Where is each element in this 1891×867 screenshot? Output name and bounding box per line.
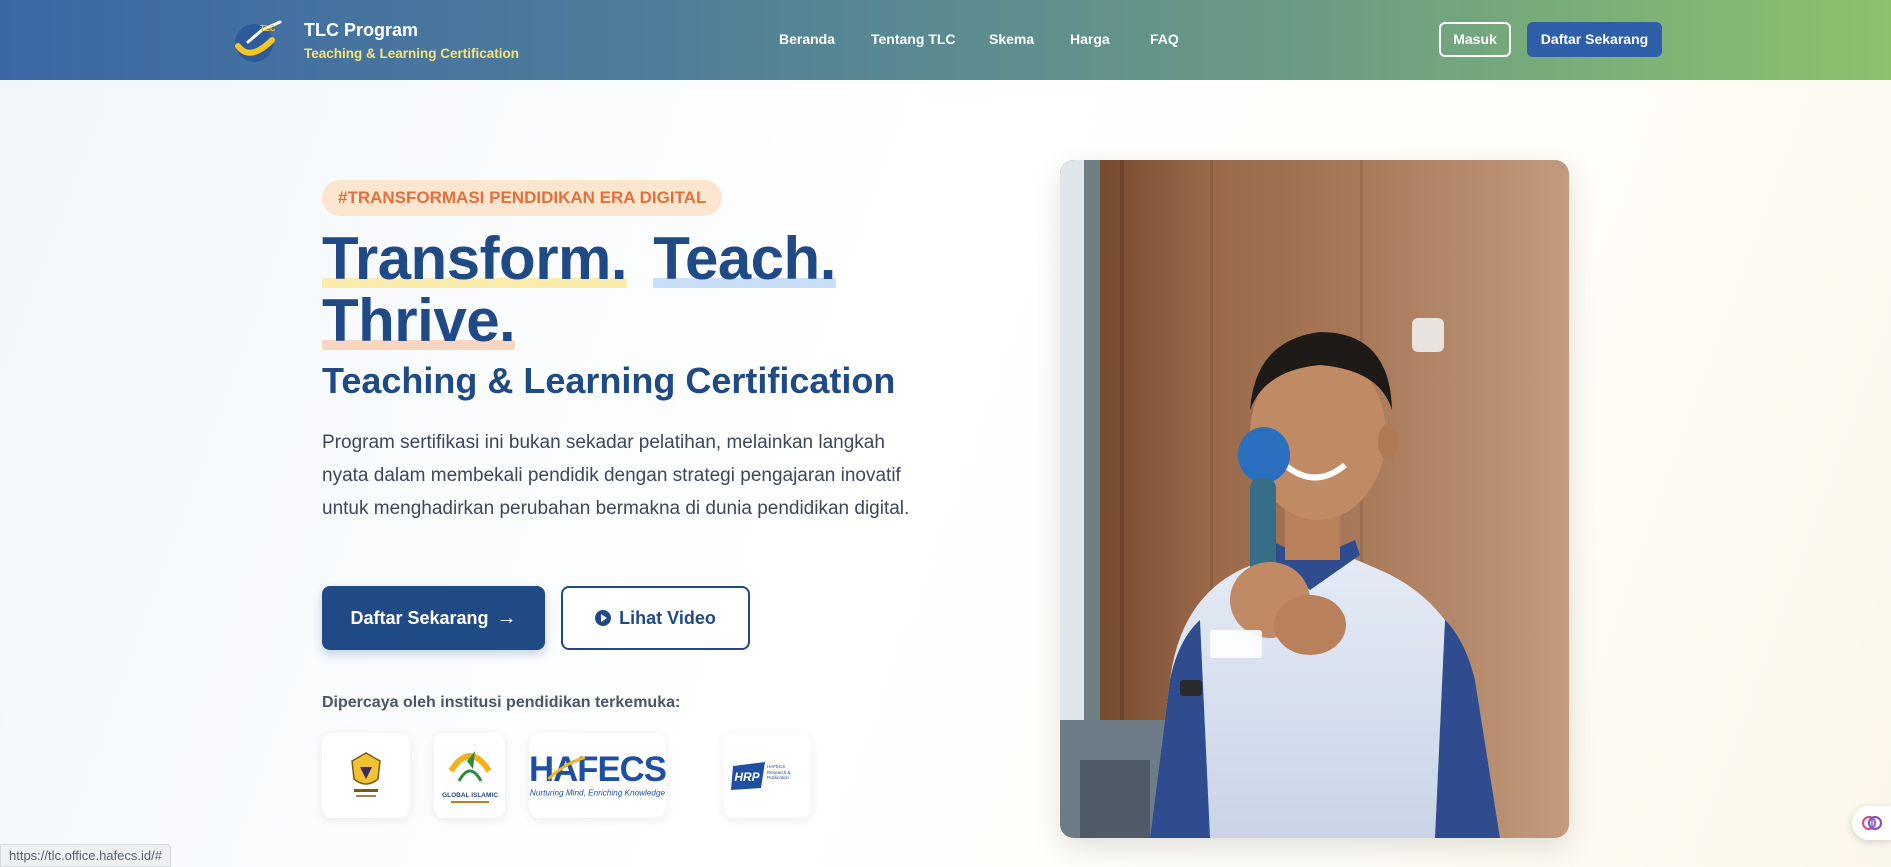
arrow-right-icon: →	[496, 607, 517, 629]
svg-text:GLOBAL ISLAMIC: GLOBAL ISLAMIC	[442, 792, 498, 799]
play-circle-icon	[595, 610, 612, 626]
brain-icon	[1862, 816, 1882, 830]
global-islamic-school-icon: GLOBAL ISLAMIC	[442, 750, 498, 803]
register-button-label: Daftar Sekarang	[350, 608, 489, 628]
brand-title[interactable]: TLC Program	[304, 20, 418, 41]
hero-tag-badge: #TRANSFORMASI PENDIDIKAN ERA DIGITAL	[322, 180, 723, 216]
svg-text:HRP: HRP	[734, 770, 760, 784]
nav-tentang-tlc[interactable]: Tentang TLC	[871, 31, 956, 47]
svg-text:Nurturing Mind, Enriching Know: Nurturing Mind, Enriching Knowledge	[530, 788, 666, 797]
hafecs-wordmark: HAFECS Nurturing Mind, Enriching Knowled…	[529, 750, 666, 797]
partner-logo-hrp[interactable]: HRP HAFECS Research & Publication	[723, 733, 811, 818]
hrp-tagline: HAFECS Research & Publication	[767, 763, 791, 780]
headline-word-transform: Transform.	[322, 225, 628, 292]
browser-status-url: https://tlc.office.hafecs.id/#	[0, 844, 171, 867]
svg-text:HAFECS: HAFECS	[529, 750, 666, 788]
trusted-by-label: Dipercaya oleh institusi pendidikan terk…	[322, 694, 681, 711]
brand-subtitle: Teaching & Learning Certification	[304, 46, 520, 61]
partner-logo-crest[interactable]	[322, 733, 410, 818]
nav-harga[interactable]: Harga	[1070, 31, 1110, 47]
hero-subheadline: Teaching & Learning Certification	[322, 360, 896, 401]
floating-widget-button[interactable]	[1852, 806, 1891, 840]
watch-video-label: Lihat Video	[619, 608, 716, 628]
headline-word-teach: Teach.	[653, 225, 836, 292]
headline-word-thrive: Thrive.	[322, 287, 516, 354]
partner-logo-global-islamic[interactable]: GLOBAL ISLAMIC	[434, 733, 505, 818]
login-button[interactable]: Masuk	[1439, 22, 1511, 57]
crest-icon	[351, 751, 381, 797]
tlc-logo-icon[interactable]: TLC	[232, 18, 284, 64]
hero-description: Program sertifikasi ini bukan sekadar pe…	[322, 432, 910, 519]
nav-beranda[interactable]: Beranda	[779, 31, 835, 47]
hero-photo-speaker	[1060, 160, 1569, 838]
speaker-photo-illustration	[1060, 160, 1569, 838]
watch-video-button[interactable]: Lihat Video	[561, 586, 750, 650]
nav-faq[interactable]: FAQ	[1150, 31, 1179, 47]
nav-skema[interactable]: Skema	[989, 31, 1034, 47]
top-navbar: TLC TLC Program Teaching & Learning Cert…	[0, 0, 1891, 80]
hrp-wordmark: HRP HAFECS Research & Publication	[731, 761, 791, 790]
partner-logo-hafecs[interactable]: HAFECS Nurturing Mind, Enriching Knowled…	[529, 733, 666, 818]
register-button-hero[interactable]: Daftar Sekarang →	[322, 586, 545, 650]
svg-text:TLC: TLC	[260, 24, 276, 33]
register-button-header[interactable]: Daftar Sekarang	[1527, 22, 1662, 57]
